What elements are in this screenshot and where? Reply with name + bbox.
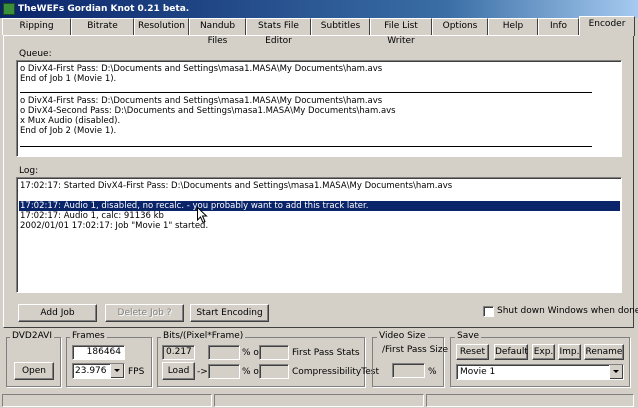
arrow-label: -> [197,367,208,377]
queue-list[interactable]: o DivX4-First Pass: D:\Documents and Set… [16,60,622,157]
first-pass-stats-field [259,345,289,360]
default-button[interactable]: Default [494,344,528,360]
tab-subtitles[interactable]: Subtitles [311,18,370,35]
frames-title: Frames [70,331,107,341]
dvd2avi-title: DVD2AVI [10,331,54,341]
load-button[interactable]: Load [162,362,195,380]
status-pane [2,394,212,407]
video-size-subtitle: /First Pass Size [382,345,449,355]
fps-value: 23.976 [75,366,107,376]
log-item[interactable]: 17:02:17: Audio 1, calc: 91136 kb [20,211,164,221]
compress-pct-field [208,364,240,379]
app-icon [3,3,15,15]
first-pass-pct-field [208,345,240,360]
add-job-button[interactable]: Add Job [18,304,97,322]
queue-item[interactable]: o DivX4-First Pass: D:\Documents and Set… [20,96,382,106]
queue-item[interactable]: End of Job 1 (Movie 1). [20,74,116,84]
delete-job-button[interactable]: Delete Job ? [105,304,184,322]
log-label: Log: [19,166,39,176]
tab-file-list-writer[interactable]: File List Writer [370,18,432,46]
bpf-value-field: 0.217 [162,345,195,360]
start-encoding-button[interactable]: Start Encoding [190,304,269,322]
status-pane [426,394,634,407]
first-pass-stats-label: First Pass Stats [292,348,360,358]
queue-item[interactable]: o DivX4-First Pass: D:\Documents and Set… [20,64,382,74]
tab-encoder[interactable]: Encoder [579,16,635,36]
tab-help[interactable]: Help [488,18,538,35]
profile-value: Movie 1 [460,367,496,377]
export-button[interactable]: Exp. [532,344,555,360]
queue-item[interactable]: End of Job 2 (Movie 1). [20,126,116,136]
window-title: TheWEFs Gordian Knot 0.21 beta. [18,4,190,14]
queue-item[interactable]: o DivX4-Second Pass: D:\Documents and Se… [20,106,396,116]
reset-button[interactable]: Reset [456,344,489,360]
fps-dropdown-arrow-icon[interactable] [110,364,124,378]
title-bar: TheWEFs Gordian Knot 0.21 beta. [0,0,638,18]
tab-nandub-files[interactable]: Nandub Files [189,18,246,46]
shutdown-checkbox[interactable] [483,306,494,317]
profile-select[interactable]: Movie 1 [456,364,624,380]
mouse-cursor-icon [197,207,208,224]
log-item[interactable]: 17:02:17: Started DivX4-First Pass: D:\D… [20,181,452,191]
profile-dropdown-arrow-icon[interactable] [609,365,623,379]
queue-separator [20,146,592,147]
tab-bitrate[interactable]: Bitrate [71,18,134,35]
compressibility-field [259,364,289,379]
save-title: Save [455,331,482,341]
open-button[interactable]: Open [14,362,54,380]
tab-options[interactable]: Options [432,18,488,35]
fps-label: FPS [128,367,145,377]
log-item-selected[interactable]: 17:02:17: Audio 1, disabled, no recalc. … [19,201,620,211]
tab-ripping[interactable]: Ripping [2,18,71,35]
compressibility-test-label: CompressibilityTest [292,367,379,377]
shutdown-label: Shut down Windows when done. [497,306,638,316]
tab-info[interactable]: Info [538,18,579,35]
bpf-title: Bits/(Pixel*Frame) [161,331,246,341]
video-size-unit: % [428,367,437,377]
status-pane [214,394,424,407]
import-button[interactable]: Imp. [558,344,581,360]
rename-button[interactable]: Rename [584,344,624,360]
log-list[interactable]: 17:02:17: Started DivX4-First Pass: D:\D… [16,177,622,293]
video-size-pct-field [392,363,425,378]
tab-stats-file-editor[interactable]: Stats File Editor [246,18,311,46]
queue-label: Queue: [19,49,52,59]
queue-item[interactable]: x Mux Audio (disabled). [20,116,120,126]
queue-separator [20,92,592,93]
log-item[interactable]: 2002/01/01 17:02:17: Job "Movie 1" start… [20,221,208,231]
video-size-title: Video Size [377,331,428,341]
tab-resolution[interactable]: Resolution [134,18,189,35]
frames-count-field[interactable]: 186464 [72,345,125,360]
fps-select[interactable]: 23.976 [72,363,125,379]
